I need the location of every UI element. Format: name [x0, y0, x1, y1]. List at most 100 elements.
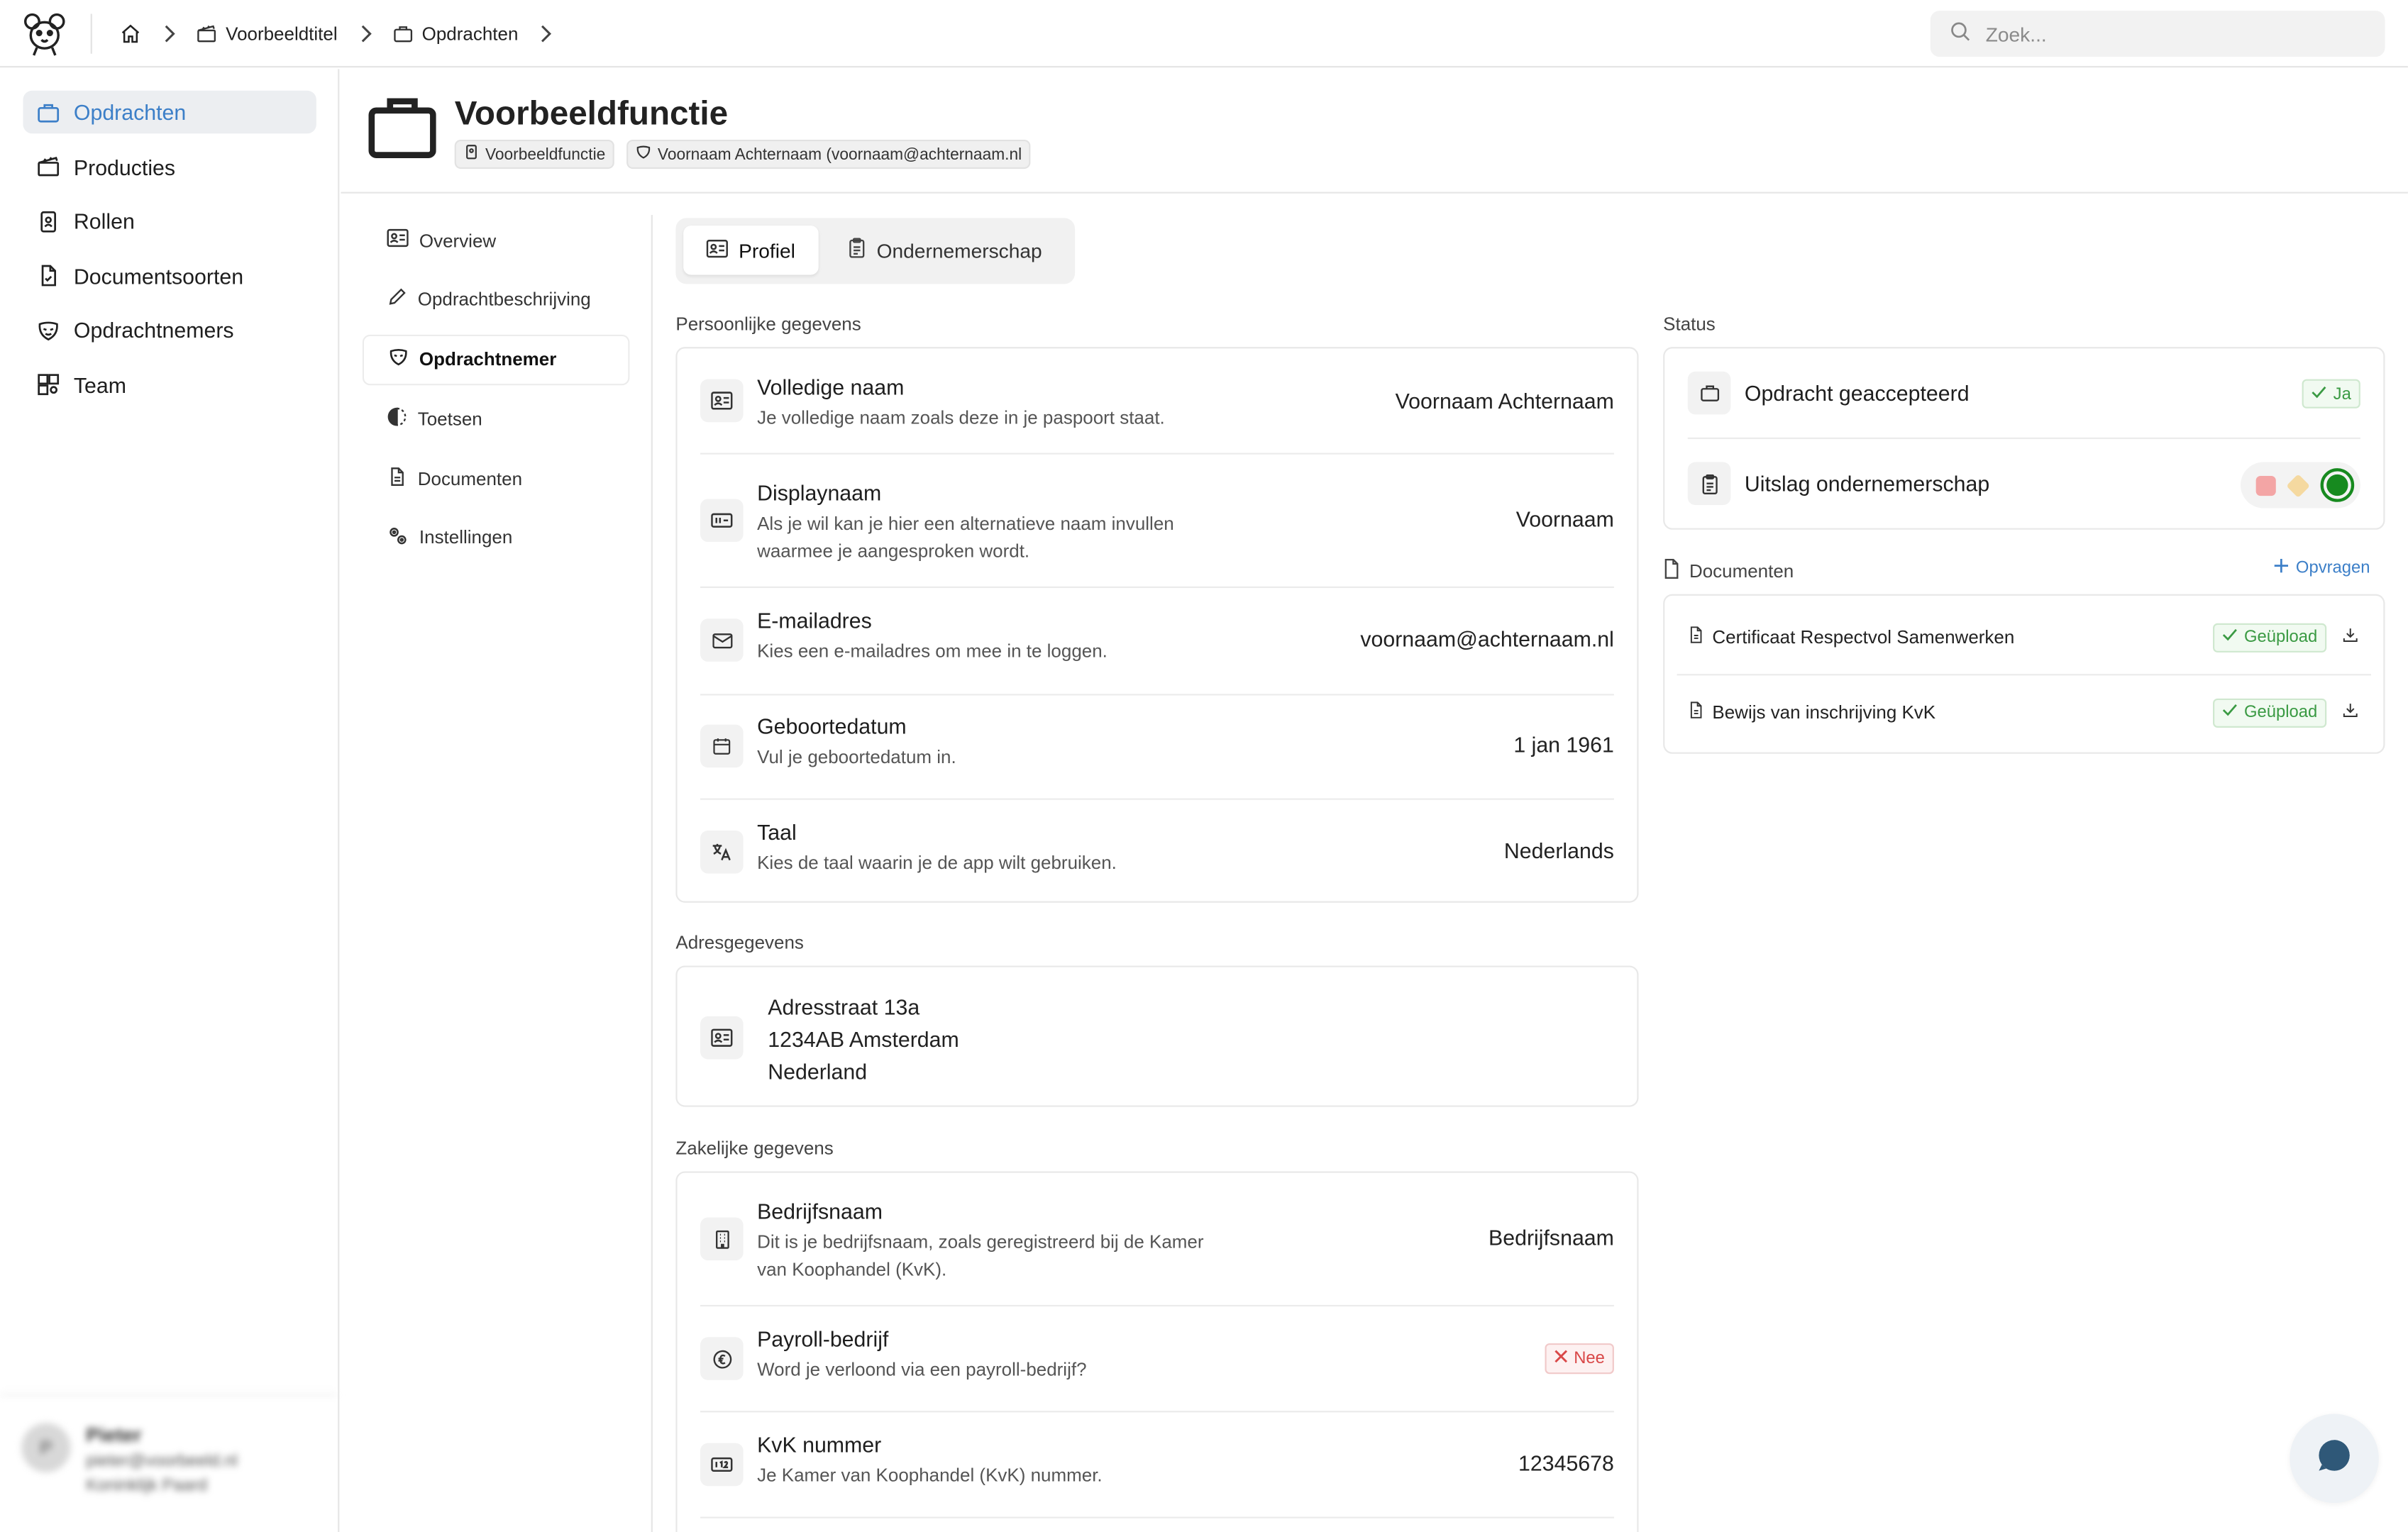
sidebar-item-rollen[interactable]: Rollen — [23, 199, 316, 243]
subnav-item-toetsen[interactable]: Toetsen — [363, 394, 630, 444]
user-menu[interactable]: P Pieter pieter@voorbeeld.nl Koninklijk … — [0, 1394, 338, 1532]
chevron-right-icon — [539, 24, 554, 43]
home-icon[interactable] — [120, 22, 141, 43]
file-icon — [1689, 626, 1703, 648]
green-indicator — [2320, 468, 2355, 502]
field-row-birthdate[interactable]: Geboortedatum Vul je geboortedatum in. 1… — [700, 714, 1614, 787]
role-chip[interactable]: Voorbeeldfunctie — [454, 139, 615, 170]
id-card-icon — [700, 379, 744, 423]
subnav-item-documenten[interactable]: Documenten — [363, 453, 630, 504]
briefcase-icon — [368, 96, 436, 165]
id-card-icon — [700, 1016, 744, 1060]
documents-header: Documenten — [1663, 558, 1794, 584]
field-row-company-name[interactable]: Bedrijfsnaam Dit is je bedrijfsnaam, zoa… — [700, 1199, 1614, 1309]
status-badge: Ja — [2302, 379, 2360, 409]
pencil-icon — [387, 287, 407, 312]
sidebar-nav: Opdrachten Producties Rollen Documentsoo… — [0, 69, 338, 406]
check-icon — [2312, 384, 2327, 403]
divider — [700, 798, 1614, 800]
field-row-payroll[interactable]: Payroll-bedrijf Word je verloond via een… — [700, 1326, 1614, 1399]
divider — [700, 1304, 1614, 1306]
contrast-icon — [387, 406, 407, 431]
document-row[interactable]: Certificaat Respectvol Samenwerken Geüpl… — [1689, 622, 2359, 653]
check-icon — [2223, 628, 2238, 646]
subnav-item-instellingen[interactable]: Instellingen — [363, 513, 630, 563]
subnav-item-opdrachtnemer[interactable]: Opdrachtnemer — [362, 333, 630, 385]
breadcrumb-item-production[interactable]: Voorbeeldtitel — [197, 22, 338, 44]
tab-profiel[interactable]: Profiel — [683, 226, 819, 275]
section-label-address: Adresgegevens — [675, 931, 804, 954]
id-card-icon — [706, 238, 728, 262]
search-input[interactable]: Zoek... — [1930, 11, 2385, 57]
status-row-accepted: Opdracht geaccepteerd Ja — [1687, 371, 2360, 418]
translate-icon — [700, 830, 744, 874]
euro-icon — [700, 1337, 744, 1380]
plus-icon — [2274, 558, 2289, 577]
business-card: Bedrijfsnaam Dit is je bedrijfsnaam, zoa… — [675, 1171, 1639, 1532]
logo-icon[interactable] — [21, 10, 67, 56]
sidebar-item-opdrachten[interactable]: Opdrachten — [23, 90, 316, 134]
file-icon — [37, 264, 60, 287]
mask-icon — [389, 347, 409, 372]
chevron-right-icon — [358, 24, 373, 43]
chat-button[interactable] — [2290, 1414, 2379, 1504]
personal-card: Volledige naam Je volledige naam zoals d… — [675, 347, 1639, 903]
clipboard-icon — [1687, 462, 1731, 506]
field-row-language[interactable]: Taal Kies de taal waarin je de app wilt … — [700, 820, 1614, 892]
download-icon[interactable] — [2342, 626, 2359, 648]
sub-navigation: Overview Opdrachtbeschrijving Opdrachtne… — [362, 215, 630, 572]
badge-icon — [464, 144, 480, 164]
clipboard-icon — [847, 238, 866, 262]
request-button[interactable]: Opvragen — [2274, 558, 2370, 577]
sidebar-item-documentsoorten[interactable]: Documentsoorten — [23, 254, 316, 297]
file-icon — [387, 466, 407, 491]
status-badge: Geüpload — [2213, 622, 2327, 652]
field-row-email[interactable]: E-mailadres Kies een e-mailadres om mee … — [700, 608, 1614, 680]
chevron-right-icon — [161, 24, 177, 43]
field-row-full-name[interactable]: Volledige naam Je volledige naam zoals d… — [700, 374, 1614, 456]
document-row[interactable]: Bewijs van inschrijving KvK Geüpload — [1689, 697, 2359, 728]
document-actions: Geüpload — [2213, 697, 2359, 727]
address-card[interactable]: Adresstraat 13a 1234AB Amsterdam Nederla… — [675, 965, 1639, 1107]
section-label-personal: Persoonlijke gegevens — [675, 313, 861, 335]
sidebar-item-team[interactable]: Team — [23, 363, 316, 406]
page-header: Voorbeeldfunctie Voorbeeldfunctie Voorna… — [341, 69, 2408, 194]
id-card-icon — [387, 228, 409, 252]
divider — [651, 215, 653, 1532]
top-bar: Voorbeeldtitel Opdrachten Zoek... — [0, 0, 2408, 68]
breadcrumb: Voorbeeldtitel Opdrachten — [120, 22, 574, 44]
subnav-item-overview[interactable]: Overview — [363, 215, 630, 265]
breadcrumb-item-assignments[interactable]: Opdrachten — [393, 22, 518, 44]
close-icon — [1554, 1350, 1567, 1368]
user-info: Pieter pieter@voorbeeld.nl Koninklijk Pa… — [86, 1423, 238, 1496]
badge-icon — [37, 209, 60, 232]
tab-ondernemerschap[interactable]: Ondernemerschap — [824, 226, 1065, 274]
sidebar-item-opdrachtnemers[interactable]: Opdrachtnemers — [23, 309, 316, 352]
contractor-chip[interactable]: Voornaam Achternaam (voornaam@achternaam… — [626, 139, 1032, 170]
file-icon — [1663, 558, 1680, 584]
mail-icon — [700, 618, 744, 662]
mask-icon — [636, 144, 652, 164]
building-icon — [700, 1217, 744, 1261]
status-row-entrepreneurship: Uitslag ondernemerschap — [1687, 462, 2360, 509]
section-label-status: Status — [1663, 313, 1716, 335]
divider — [700, 694, 1614, 696]
divider — [700, 453, 1614, 455]
download-icon[interactable] — [2342, 701, 2359, 723]
divider — [700, 1411, 1614, 1413]
divider — [1687, 437, 2360, 440]
header-chips: Voorbeeldfunctie Voornaam Achternaam (vo… — [454, 139, 1032, 170]
field-row-kvk[interactable]: KvK nummer Je Kamer van Koophandel (KvK)… — [700, 1432, 1614, 1505]
profile-tabs: Profiel Ondernemerschap — [675, 218, 1076, 284]
search-icon — [1949, 20, 1972, 48]
sidebar-item-producties[interactable]: Producties — [23, 145, 316, 189]
orange-indicator — [2286, 473, 2311, 497]
avatar: P — [21, 1423, 71, 1472]
section-label-business: Zakelijke gegevens — [675, 1137, 834, 1160]
display-name-icon — [700, 499, 744, 543]
document-actions: Geüpload — [2213, 622, 2359, 652]
subnav-item-opdrachtbeschrijving[interactable]: Opdrachtbeschrijving — [363, 274, 630, 325]
field-row-display-name[interactable]: Displaynaam Als je wil kan je hier een a… — [700, 480, 1614, 591]
clapperboard-icon — [197, 24, 216, 43]
status-badge: Geüpload — [2213, 697, 2327, 727]
